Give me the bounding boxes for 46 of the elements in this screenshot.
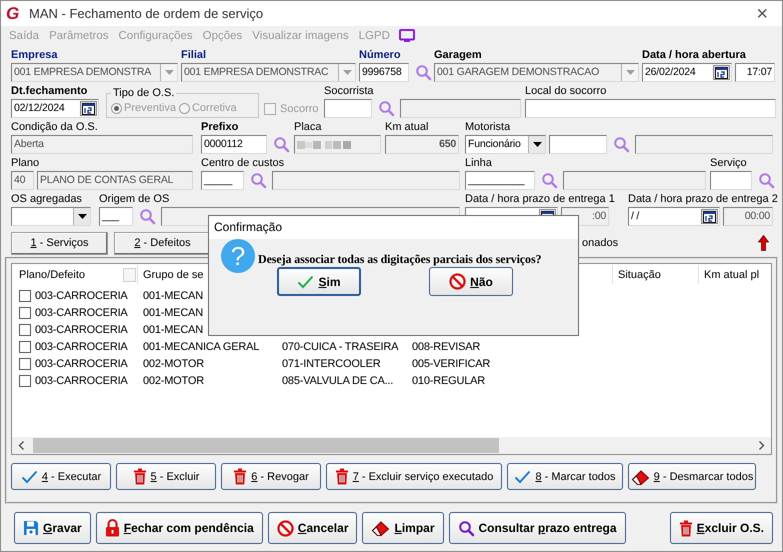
dialog-message: Deseja associar todas as digitações parciais dos serviços? — [258, 252, 542, 266]
field-label: Número — [359, 49, 401, 62]
field-label: OS agregadas — [11, 193, 82, 206]
field-label: Centro de custos — [201, 157, 284, 170]
table-cell: 003-CARROCERIA — [35, 340, 128, 352]
field-label: Socorrista — [324, 85, 374, 98]
table-cell: 070-CUICA - TRASEIRA — [282, 340, 398, 352]
table-cell: 001-MECANICA GERAL — [143, 340, 260, 352]
field-label: Origem de OS — [99, 193, 170, 206]
table-cell: 001-MECAN — [143, 324, 203, 336]
field-label: Plano — [11, 157, 40, 170]
field-label: Data / hora prazo de entrega 2 — [628, 193, 778, 206]
table-cell: 001-MECAN — [143, 306, 203, 318]
table-cell: 003-CARROCERIA — [35, 290, 128, 302]
table-cell: 003-CARROCERIA — [35, 358, 128, 370]
dialog-title: Confirmação — [209, 216, 578, 239]
table-cell: 002-MOTOR — [143, 358, 204, 370]
table-cell: 071-INTERCOOLER — [282, 358, 380, 370]
table-cell: 003-CARROCERIA — [35, 374, 128, 386]
table-cell: 003-CARROCERIA — [35, 324, 128, 336]
table-cell: 002-MOTOR — [143, 374, 204, 386]
table-cell: 003-CARROCERIA — [35, 306, 128, 318]
app-logo: G — [6, 4, 20, 24]
table-cell: 005-VERIFICAR — [412, 358, 490, 370]
field-label: Empresa — [11, 49, 58, 62]
field-label: Garagem — [434, 49, 482, 62]
question-icon: ? — [221, 239, 255, 273]
field-label: Data / hora prazo de entrega 1 — [465, 193, 615, 206]
field-label: Data / hora abertura — [642, 49, 746, 62]
field-label: Linha — [465, 157, 492, 170]
table-cell: 010-REGULAR — [412, 374, 485, 386]
field-label: Motorista — [465, 121, 510, 134]
field-label: Serviço — [710, 157, 747, 170]
table-cell: 008-REVISAR — [412, 340, 480, 352]
window-title: MAN - Fechamento de ordem de serviço — [29, 6, 264, 21]
field-label: Placa — [294, 121, 322, 134]
field-label: Filial — [181, 49, 206, 62]
table-cell: 085-VALVULA DE CA... — [282, 374, 394, 386]
field-label: Km atual — [385, 121, 428, 134]
field-label: Dt.fechamento — [11, 85, 88, 98]
field-label: Local do socorro — [525, 85, 606, 98]
tab-label: onados — [582, 237, 618, 249]
field-label: Condição da O.S. — [11, 121, 98, 134]
table-cell: 001-MECAN — [143, 290, 203, 302]
field-label: Prefixo — [201, 121, 238, 134]
group-title: Tipo de O.S. — [112, 87, 176, 99]
